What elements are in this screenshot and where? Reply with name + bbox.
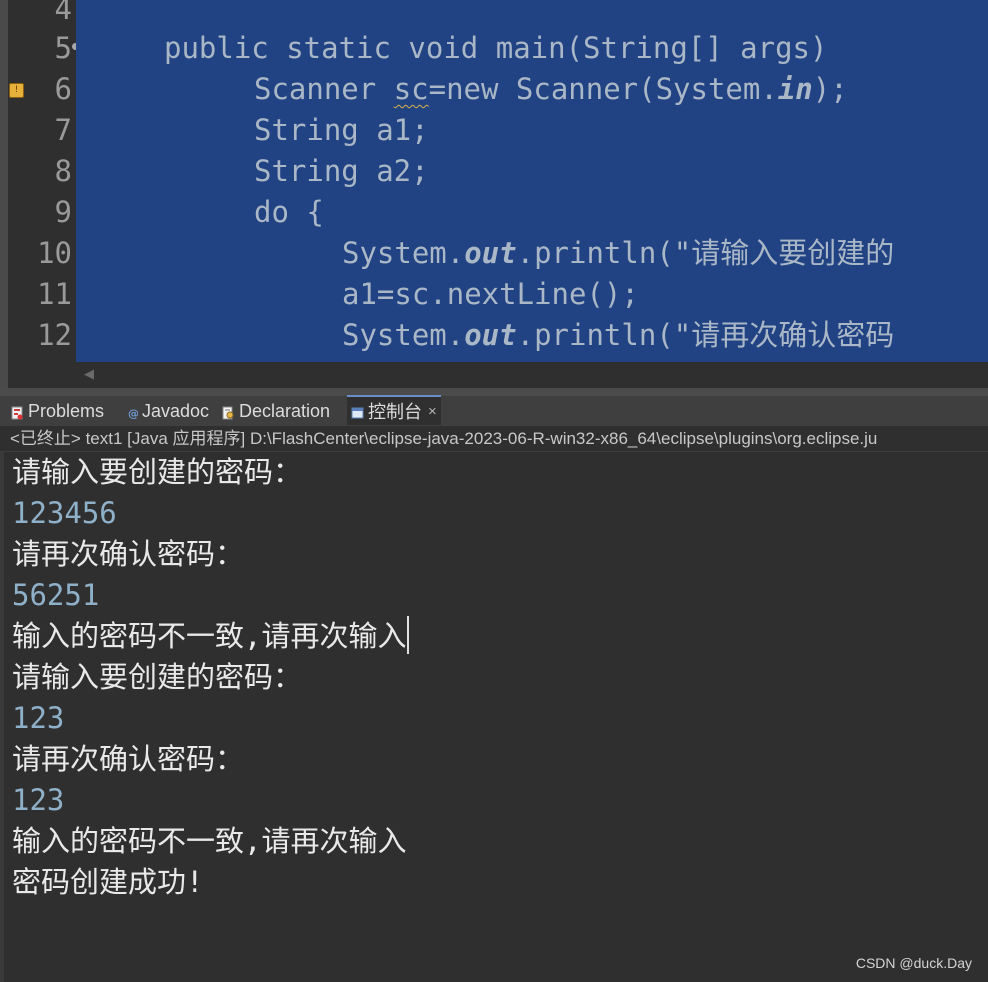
code-text: String a2; [254,154,429,188]
horizontal-scrollbar[interactable]: ◀ [76,362,988,388]
code-line-5: public static void main(String[] args) [164,28,827,69]
code-editor[interactable]: 4 5 6 7 8 9 10 11 12 ! public static voi… [0,0,988,388]
code-text: =new Scanner(System. [428,72,778,106]
code-line-9: do { [254,192,324,233]
static-field-token: out [464,236,517,270]
code-text: String a1; [254,113,429,147]
console-launch-description: <已终止> text1 [Java 应用程序] D:\FlashCenter\e… [0,426,988,452]
line-number: 9 [54,195,72,229]
code-line-10: System.out.println("请输入要创建的 [342,233,894,274]
code-line-11: a1=sc.nextLine(); [342,274,639,315]
console-input-line: 123 [12,783,65,817]
declaration-icon [222,404,235,420]
console-line: 输入的密码不一致,请再次输入 [12,619,407,653]
scroll-left-arrow-icon[interactable]: ◀ [84,367,94,383]
warning-lightbulb-icon[interactable]: ! [9,83,24,98]
text-caret [407,616,410,654]
view-tab-bar: Problems @ Javadoc Declaration 控制台 × [0,395,988,426]
problems-icon [11,404,24,420]
code-text: .println("请再次确认密码 [516,318,895,352]
tab-label: Declaration [239,400,331,421]
close-icon[interactable]: × [428,403,437,420]
tab-declaration[interactable]: Declaration [222,397,330,425]
console-input-line: 123456 [12,496,117,530]
svg-text:@: @ [128,407,138,420]
code-text: Scanner [254,72,394,106]
static-field-token: out [464,318,517,352]
console-line: 请输入要创建的密码： [12,660,303,694]
code-text: System. [342,318,465,352]
code-line-8: String a2; [254,151,429,192]
code-text: System. [342,236,465,270]
tab-label: Problems [28,400,105,421]
code-text: do { [254,195,324,229]
tab-console[interactable]: 控制台 × [347,395,441,425]
tab-problems[interactable]: Problems [11,397,104,425]
code-selection-area[interactable]: public static void main(String[] args) S… [76,0,988,362]
unused-variable-warning[interactable]: sc [394,72,429,106]
code-line-6: Scanner sc=new Scanner(System.in); [254,69,848,110]
static-field-token: in [777,72,813,106]
line-number: 12 [37,318,72,352]
code-text: .println("请输入要创建的 [516,236,895,270]
console-line-with-caret: 输入的密码不一致,请再次输入 [12,616,410,657]
line-number: 8 [54,154,72,188]
code-text: a1=sc.nextLine(); [342,277,639,311]
tab-javadoc[interactable]: @ Javadoc [127,397,209,425]
console-line: 请输入要创建的密码： [12,455,303,489]
line-number: 11 [37,277,72,311]
line-number-gutter: 4 5 6 7 8 9 10 11 12 ! [8,0,79,388]
code-line-12: System.out.println("请再次确认密码 [342,315,894,356]
code-text: ); [812,72,848,106]
code-line-7: String a1; [254,110,429,151]
code-text: public static void main(String[] args) [164,31,828,65]
console-icon [351,404,364,419]
console-input-line: 56251 [12,578,100,612]
tab-label: 控制台 [368,402,422,422]
pane-divider[interactable] [0,388,988,396]
watermark: CSDN @duck.Day [855,955,972,971]
console-line: 请再次确认密码： [12,742,245,776]
console-line: 请再次确认密码： [12,537,245,571]
console-line: 输入的密码不一致,请再次输入 [12,824,407,858]
line-number: 7 [54,113,72,147]
javadoc-icon: @ [127,404,139,420]
console-input-line: 123 [12,701,65,735]
console-left-border [0,452,4,982]
editor-left-border [0,0,8,388]
line-number: 4 [54,0,72,26]
line-number: 10 [37,236,72,270]
tab-label: Javadoc [142,400,210,421]
line-number: 5 [54,31,72,65]
console-line: 密码创建成功! [12,865,204,899]
